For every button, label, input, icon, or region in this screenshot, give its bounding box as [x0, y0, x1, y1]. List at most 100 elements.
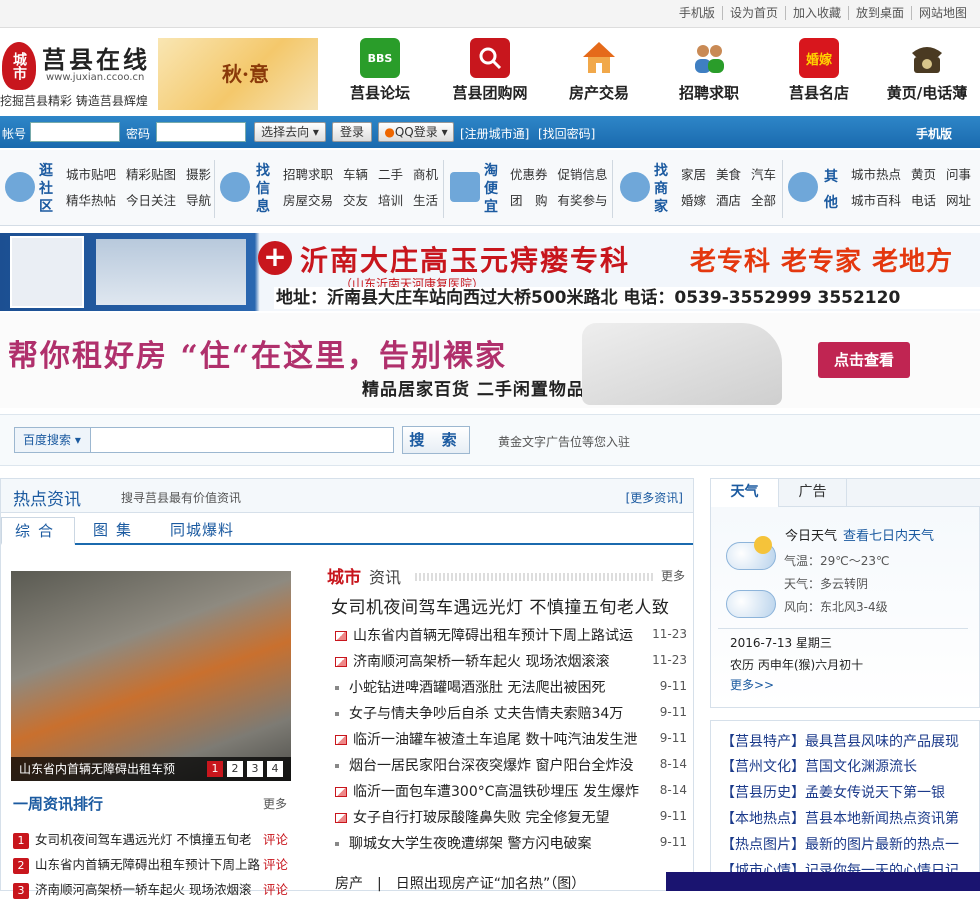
cat-link[interactable]: 美食 — [716, 162, 741, 188]
topic-link[interactable]: 【莒州文化】莒国文化渊源流长 — [721, 756, 917, 776]
cat-link[interactable]: 电话 — [911, 188, 936, 214]
category-head-community[interactable]: 逛社区 — [37, 162, 55, 216]
weather-more-link[interactable]: 更多>> — [730, 676, 774, 693]
cat-link[interactable]: 网址 — [946, 188, 971, 214]
cat-link[interactable]: 问事 — [946, 162, 971, 188]
cat-link[interactable]: 导航 — [186, 188, 211, 214]
news-title[interactable]: 临沂一油罐车被渣土车追尾 数十吨汽油发生泄 — [353, 732, 637, 748]
rank-title[interactable]: 济南顺河高架桥一轿车起火 现场浓烟滚 — [35, 882, 251, 897]
cat-link[interactable]: 交友 — [343, 188, 368, 214]
search-input[interactable] — [90, 427, 394, 453]
weekly-ranking-more[interactable]: 更多 — [263, 795, 287, 812]
tab-weather[interactable]: 天气 — [711, 479, 779, 507]
cat-link[interactable]: 城市百科 — [851, 188, 901, 214]
topic-tag[interactable]: 【热点图片】 — [721, 837, 805, 853]
topic-tag[interactable]: 【莒州文化】 — [721, 759, 805, 775]
category-head-info[interactable]: 找信息 — [254, 162, 272, 216]
news-item[interactable]: 临沂一油罐车被渣土车追尾 数十吨汽油发生泄 9-11 — [335, 729, 687, 749]
ranking-item[interactable]: 2 山东省内首辆无障碍出租车预计下周上路 评论 — [13, 854, 293, 874]
nav-realestate[interactable]: 房产交易 — [544, 38, 654, 103]
pager-4[interactable]: 4 — [267, 761, 283, 777]
news-item[interactable]: 聊城女大学生夜晚遭绑架 警方闪电破案 9-11 — [335, 833, 687, 853]
tab-ad[interactable]: 广告 — [779, 479, 847, 507]
cat-link[interactable]: 今日关注 — [126, 188, 176, 214]
topic-tag[interactable]: 【莒县历史】 — [721, 785, 805, 801]
seven-day-weather-link[interactable]: 查看七日内天气 — [843, 525, 934, 544]
topic-tag[interactable]: 【莒县特产】 — [721, 734, 805, 750]
house-news-row[interactable]: 房产 | 日照出现房产证“加名热”（图） — [335, 873, 585, 893]
view-details-button[interactable]: 点击查看 — [818, 342, 910, 378]
topic-link[interactable]: 【莒县特产】最具莒县风味的产品展现 — [721, 731, 959, 751]
topic-text[interactable]: 莒国文化渊源流长 — [805, 759, 917, 775]
cat-link[interactable]: 优惠券 — [510, 162, 548, 188]
news-title[interactable]: 济南顺河高架桥一轿车起火 现场浓烟滚滚 — [353, 654, 609, 670]
rental-ad-banner[interactable]: 帮你租好房 “住“在这里，告别裸家 精品居家百货 二手闲置物品 点击查看 — [0, 313, 980, 408]
cat-link[interactable]: 家居 — [681, 162, 706, 188]
logo-badge[interactable]: 城市 — [2, 42, 36, 90]
news-item[interactable]: 烟台一居民家阳台深夜突爆炸 窗户阳台全炸没 8-14 — [335, 755, 687, 775]
news-item[interactable]: 女子与情夫争吵后自杀 丈夫告情夫索赔34万 9-11 — [335, 703, 687, 723]
news-item[interactable]: 山东省内首辆无障碍出租车预计下周上路试运 11-23 — [335, 625, 687, 645]
cat-link[interactable]: 黄页 — [911, 162, 936, 188]
category-head-deals[interactable]: 淘便宜 — [482, 162, 500, 216]
search-engine-select[interactable]: 百度搜索 ▾ — [14, 427, 90, 453]
news-title[interactable]: 山东省内首辆无障碍出租车预计下周上路试运 — [353, 628, 633, 644]
cat-link[interactable]: 酒店 — [716, 188, 741, 214]
cat-link[interactable]: 促销信息 — [558, 162, 608, 188]
add-favorite-link[interactable]: 加入收藏 — [784, 6, 848, 20]
topic-link[interactable]: 【莒县历史】孟姜女传说天下第一银 — [721, 782, 945, 802]
tab-local-tips[interactable]: 同城爆料 — [157, 517, 247, 545]
news-item[interactable]: 女子自行打玻尿酸隆鼻失败 完全修复无望 9-11 — [335, 807, 687, 827]
news-title[interactable]: 小蛇钻进啤酒罐喝酒涨肚 无法爬出被困死 — [349, 680, 605, 696]
more-news-link[interactable]: [更多资讯] — [626, 489, 683, 506]
news-photo[interactable] — [11, 571, 291, 781]
mobile-link[interactable]: 手机版 — [672, 6, 722, 20]
nav-groupbuy[interactable]: 莒县团购网 — [435, 38, 545, 103]
news-item[interactable]: 临沂一面包车遭300°C高温铁砂埋压 发生爆炸 8-14 — [335, 781, 687, 801]
cat-link[interactable]: 二手 — [378, 162, 403, 188]
news-item[interactable]: 济南顺河高架桥一轿车起火 现场浓烟滚滚 11-23 — [335, 651, 687, 671]
house-category-label[interactable]: 房产 — [335, 876, 363, 892]
cat-link[interactable]: 有奖参与 — [558, 188, 608, 214]
pager-1[interactable]: 1 — [207, 761, 223, 777]
cat-link[interactable]: 招聘求职 — [283, 162, 333, 188]
sitemap-link[interactable]: 网站地图 — [910, 6, 974, 20]
comment-link[interactable]: 评论 — [263, 854, 288, 873]
nav-yellowpages[interactable]: 黄页/电话薄 — [874, 38, 980, 103]
pager-2[interactable]: 2 — [227, 761, 243, 777]
ranking-item[interactable]: 3 济南顺河高架桥一轿车起火 现场浓烟滚 评论 — [13, 879, 293, 899]
rank-title[interactable]: 山东省内首辆无障碍出租车预计下周上路 — [35, 857, 260, 872]
news-title[interactable]: 烟台一居民家阳台深夜突爆炸 窗户阳台全炸没 — [349, 758, 633, 774]
cat-link[interactable]: 团 购 — [510, 188, 548, 214]
topic-text[interactable]: 最具莒县风味的产品展现 — [805, 734, 959, 750]
comment-link[interactable]: 评论 — [263, 879, 288, 898]
account-input[interactable] — [30, 122, 120, 142]
topic-text[interactable]: 孟姜女传说天下第一银 — [805, 785, 945, 801]
cat-link[interactable]: 城市热点 — [851, 162, 901, 188]
forgot-password-link[interactable]: [找回密码] — [538, 125, 595, 142]
cat-link[interactable]: 汽车 — [751, 162, 776, 188]
ranking-item[interactable]: 1 女司机夜间驾车遇远光灯 不慎撞五旬老 评论 — [13, 829, 293, 849]
text-ad-slot[interactable]: 黄金文字广告位等您入驻 — [498, 433, 630, 450]
tab-general[interactable]: 综合 — [1, 517, 75, 545]
site-logo-title[interactable]: 莒县在线 — [42, 40, 150, 75]
nav-jobs[interactable]: 招聘求职 — [654, 38, 764, 103]
topic-link[interactable]: 【本地热点】莒县本地新闻热点资讯第 — [721, 808, 959, 828]
headline-link[interactable]: 女司机夜间驾车遇远光灯 不慎撞五旬老人致 — [331, 593, 669, 618]
search-button[interactable]: 搜 索 — [402, 426, 470, 454]
rank-title[interactable]: 女司机夜间驾车遇远光灯 不慎撞五旬老 — [35, 832, 251, 847]
password-input[interactable] — [156, 122, 246, 142]
news-title[interactable]: 聊城女大学生夜晚遭绑架 警方闪电破案 — [349, 836, 591, 852]
nav-forum[interactable]: BBS 莒县论坛 — [325, 38, 435, 103]
cat-link[interactable]: 精华热帖 — [66, 188, 116, 214]
topic-link[interactable]: 【热点图片】最新的图片最新的热点一 — [721, 834, 959, 854]
house-news-title[interactable]: 日照出现房产证“加名热”（图） — [396, 876, 586, 892]
comment-link[interactable]: 评论 — [263, 829, 288, 848]
set-homepage-link[interactable]: 设为首页 — [721, 6, 785, 20]
pager-3[interactable]: 3 — [247, 761, 263, 777]
cat-link[interactable]: 房屋交易 — [283, 188, 333, 214]
desktop-link[interactable]: 放到桌面 — [847, 6, 911, 20]
cat-link[interactable]: 商机 — [413, 162, 438, 188]
cat-link[interactable]: 车辆 — [343, 162, 368, 188]
nav-stores[interactable]: 婚嫁 莒县名店 — [764, 38, 874, 103]
